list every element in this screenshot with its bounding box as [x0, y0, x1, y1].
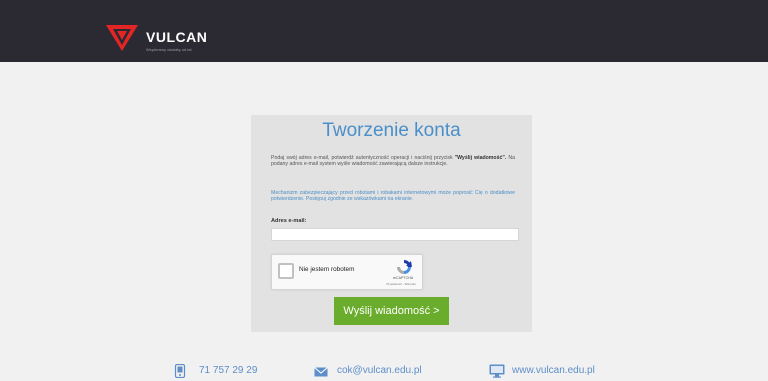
footer-website[interactable]: www.vulcan.edu.pl [489, 364, 619, 379]
email-field[interactable] [271, 228, 519, 241]
instructions-prefix: Podaj swój adres e-mail, potwierdź auten… [271, 155, 453, 161]
instructions-action: "Wyślij wiadomość". [454, 155, 507, 161]
footer-email-text[interactable]: cok@vulcan.edu.pl [337, 365, 422, 376]
brand-name: VULCAN [146, 29, 208, 45]
robot-note: Mechanizm zabezpieczający przed robotami… [271, 190, 515, 203]
footer-phone-text: 71 757 29 29 [199, 365, 258, 376]
footer-phone: 71 757 29 29 [174, 364, 284, 379]
instructions: Podaj swój adres e-mail, potwierdź auten… [271, 155, 515, 168]
page-title: Tworzenie konta [322, 120, 461, 141]
brand-tagline: Wspieramy oświatę od lat [146, 47, 192, 52]
recaptcha-brand: reCAPTCHA [392, 276, 414, 280]
footer-website-text[interactable]: www.vulcan.edu.pl [512, 365, 595, 376]
recaptcha-links[interactable]: Prywatność - Warunki [379, 282, 423, 286]
vulcan-logo-icon [106, 25, 138, 51]
recaptcha-label: Nie jestem robotem [299, 266, 355, 273]
recaptcha-widget: Nie jestem robotem reCAPTCHA Prywatność … [271, 254, 423, 290]
top-bar: VULCAN Wspieramy oświatę od lat [0, 0, 768, 62]
send-message-button[interactable]: Wyślij wiadomość > [334, 297, 449, 325]
envelope-icon [314, 367, 328, 377]
create-account-form: Tworzenie konta Podaj swój adres e-mail,… [251, 115, 532, 332]
phone-icon [174, 364, 186, 378]
email-label: Adres e-mail: [271, 218, 307, 224]
recaptcha-icon [397, 260, 412, 274]
monitor-icon [489, 364, 505, 378]
recaptcha-checkbox[interactable] [278, 263, 294, 279]
footer-email[interactable]: cok@vulcan.edu.pl [314, 365, 454, 379]
